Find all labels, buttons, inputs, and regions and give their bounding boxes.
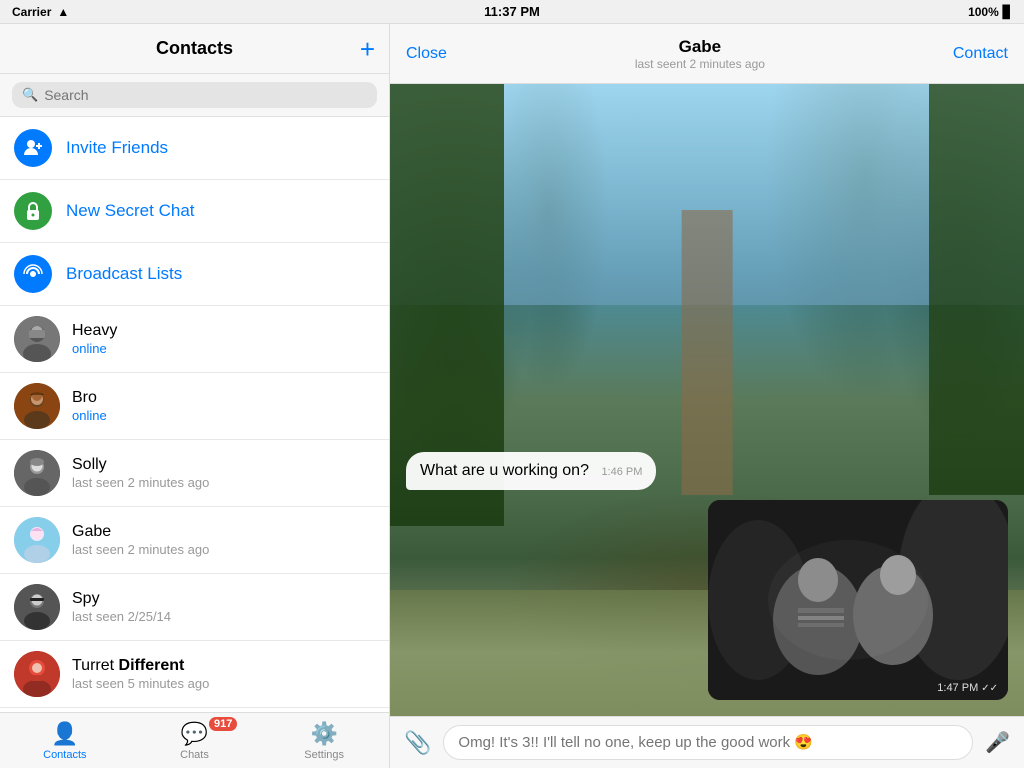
bubble-1: What are u working on? 1:46 PM [406,452,656,490]
mic-button[interactable]: 🎤 [981,726,1014,759]
contact-status-solly: last seen 2 minutes ago [72,475,375,490]
right-panel: Close Gabe last seent 2 minutes ago Cont… [390,24,1024,768]
new-secret-chat-item[interactable]: New Secret Chat [0,180,389,243]
input-bar: 📎 🎤 [390,716,1024,768]
contacts-title: Contacts [156,38,233,59]
battery-label: 100% [968,5,999,19]
tab-chats[interactable]: 💬 Chats 917 [130,713,260,768]
photo-time-overlay: 1:47 PM ✓✓ [937,682,998,694]
message-row-2: 1:47 PM ✓✓ [406,500,1008,700]
invite-friends-item[interactable]: Invite Friends [0,117,389,180]
add-contact-button[interactable]: + [360,36,375,62]
contact-item-solly[interactable]: Solly last seen 2 minutes ago [0,440,389,507]
contact-name-turret: Turret Different [72,657,375,675]
photo-bubble-2: 1:47 PM ✓✓ [708,500,1008,700]
status-left: Carrier ▲ [12,5,69,19]
status-right: 100% ▊ [968,5,1012,19]
contact-info-gabe: Gabe last seen 2 minutes ago [72,523,375,557]
contact-info-spy: Spy last seen 2/25/14 [72,590,375,624]
contact-name-heavy: Heavy [72,322,375,340]
status-time: 11:37 PM [484,4,540,19]
contact-item-heavy[interactable]: Heavy online [0,306,389,373]
avatar-bro [14,383,60,429]
contact-info-solly: Solly last seen 2 minutes ago [72,456,375,490]
photo-time: 1:47 PM [937,682,978,694]
contact-name-bro: Bro [72,389,375,407]
chat-contact-status: last seent 2 minutes ago [635,57,765,71]
invite-friends-label: Invite Friends [66,138,168,158]
chat-header: Close Gabe last seent 2 minutes ago Cont… [390,24,1024,84]
settings-tab-icon: ⚙️ [310,721,337,747]
left-panel: Contacts + 🔍 In [0,24,390,768]
tab-bar: 👤 Contacts 💬 Chats 917 ⚙️ Settings [0,712,389,768]
tab-contacts[interactable]: 👤 Contacts [0,713,130,768]
carrier-label: Carrier [12,5,51,19]
chat-header-center: Gabe last seent 2 minutes ago [635,37,765,71]
chats-tab-label: Chats [180,749,209,761]
close-button[interactable]: Close [406,45,447,63]
bubble-text-1: What are u working on? [420,462,589,479]
contacts-tab-icon: 👤 [51,721,78,747]
wifi-icon: ▲ [57,5,69,19]
settings-tab-label: Settings [304,749,344,761]
contact-status-gabe: last seen 2 minutes ago [72,542,375,557]
contact-status-turret: last seen 5 minutes ago [72,676,375,691]
chats-tab-icon: 💬 [181,721,208,747]
avatar-gabe [14,517,60,563]
contact-info-bro: Bro online [72,389,375,423]
chats-badge: 917 [209,717,237,731]
battery-icon: ▊ [1003,5,1012,19]
search-input[interactable] [44,87,367,103]
message-row-1: What are u working on? 1:46 PM [406,452,1008,490]
contacts-header: Contacts + [0,24,389,74]
contact-item-bro[interactable]: Bro online [0,373,389,440]
attach-button[interactable]: 📎 [400,726,435,760]
photo-inner [708,500,1008,700]
contact-status-bro: online [72,408,375,423]
contact-item-gabe[interactable]: Gabe last seen 2 minutes ago [0,507,389,574]
avatar-heavy [14,316,60,362]
contact-status-heavy: online [72,341,375,356]
search-icon: 🔍 [22,87,38,103]
bubble-time-1: 1:46 PM [601,466,642,478]
broadcast-lists-label: Broadcast Lists [66,264,182,284]
photo-bw [708,500,1008,700]
broadcast-lists-item[interactable]: Broadcast Lists [0,243,389,306]
avatar-turret [14,651,60,697]
contact-item-turret[interactable]: Turret Different last seen 5 minutes ago [0,641,389,708]
contact-item-spy[interactable]: Spy last seen 2/25/14 [0,574,389,641]
new-secret-chat-icon [14,192,52,230]
contact-info-turret: Turret Different last seen 5 minutes ago [72,657,375,691]
avatar-solly [14,450,60,496]
contact-name-solly: Solly [72,456,375,474]
contact-name-spy: Spy [72,590,375,608]
invite-friends-icon [14,129,52,167]
chat-body: What are u working on? 1:46 PM [390,84,1024,716]
new-secret-chat-label: New Secret Chat [66,201,195,221]
chat-messages: What are u working on? 1:46 PM [390,84,1024,716]
status-bar: Carrier ▲ 11:37 PM 100% ▊ [0,0,1024,24]
message-input[interactable] [443,725,973,760]
broadcast-lists-icon [14,255,52,293]
contact-info-heavy: Heavy online [72,322,375,356]
contact-name-gabe: Gabe [72,523,375,541]
main-layout: Contacts + 🔍 In [0,24,1024,768]
contacts-tab-label: Contacts [43,749,86,761]
tab-settings[interactable]: ⚙️ Settings [259,713,389,768]
avatar-spy [14,584,60,630]
contact-button[interactable]: Contact [953,45,1008,63]
chat-contact-name: Gabe [635,37,765,57]
contact-status-spy: last seen 2/25/14 [72,609,375,624]
checkmarks-icon: ✓✓ [981,683,998,694]
search-input-wrap: 🔍 [12,82,377,108]
search-bar: 🔍 [0,74,389,117]
contacts-list: Invite Friends New Secret Chat [0,117,389,712]
